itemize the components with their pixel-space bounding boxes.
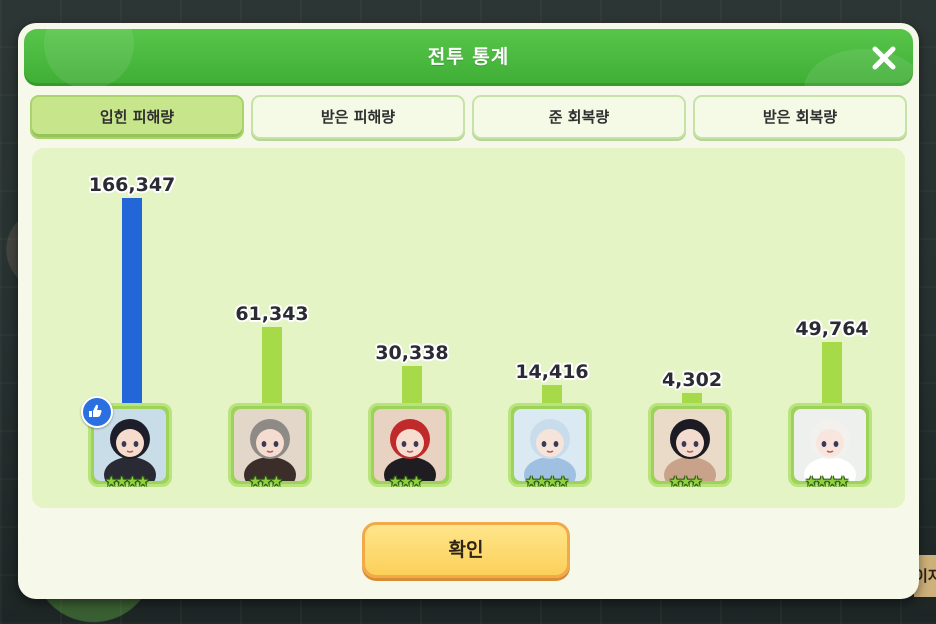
blue-haired-braided-character-icon	[514, 409, 586, 481]
tab-damage-taken[interactable]: 받은 피해량	[251, 95, 465, 139]
character-portrait	[654, 409, 726, 481]
character-column: 4,302 ★★★	[642, 148, 742, 508]
tab-healing-done[interactable]: 준 회복량	[472, 95, 686, 139]
damage-value-label: 4,302	[661, 369, 723, 391]
damage-value-label: 30,338	[375, 342, 449, 364]
star-rating: ★★★★	[105, 474, 149, 490]
black-haired-flower-character-icon	[654, 409, 726, 481]
white-haired-character-icon	[794, 409, 866, 481]
battle-stats-dialog: 전투 통계 입힌 피해량 받은 피해량 준 회복량 받은 회복량 166,347…	[18, 23, 919, 599]
mvp-badge-icon	[81, 396, 113, 428]
character-portrait	[794, 409, 866, 481]
damage-bar	[122, 198, 142, 403]
character-portrait-card[interactable]: ★★★	[648, 403, 732, 490]
star-rating: ★★★	[389, 474, 423, 490]
character-portrait-card[interactable]: ★★★★	[81, 396, 172, 490]
confirm-button[interactable]: 확인	[362, 522, 570, 578]
character-portrait-card[interactable]: ★★★★	[508, 403, 592, 490]
star-rating: ★★★★	[805, 474, 849, 490]
damage-bar	[262, 327, 282, 403]
close-button[interactable]	[865, 39, 903, 77]
stats-tabs: 입힌 피해량 받은 피해량 준 회복량 받은 회복량	[30, 95, 907, 139]
damage-value-label: 14,416	[515, 361, 589, 383]
tab-healing-received[interactable]: 받은 회복량	[693, 95, 907, 139]
red-haired-officer-character-icon	[374, 409, 446, 481]
character-column: 30,338 ★★★	[362, 148, 462, 508]
damage-value-label: 61,343	[235, 303, 309, 325]
star-rating: ★★★	[669, 474, 703, 490]
character-portrait-card[interactable]: ★★★	[368, 403, 452, 490]
grey-haired-character-icon	[234, 409, 306, 481]
character-column: 14,416 ★★★★	[502, 148, 602, 508]
character-column: 166,347 ★★★★	[81, 148, 182, 508]
character-column: 61,343 ★★★	[222, 148, 322, 508]
damage-value-label: 166,347	[88, 174, 176, 196]
damage-bar	[822, 342, 842, 403]
dialog-header: 전투 통계	[24, 29, 913, 86]
damage-bar	[402, 366, 422, 403]
character-portrait	[234, 409, 306, 481]
close-icon	[872, 46, 896, 70]
character-portrait-card[interactable]: ★★★	[228, 403, 312, 490]
character-portrait	[514, 409, 586, 481]
tab-damage-dealt[interactable]: 입힌 피해량	[30, 95, 244, 139]
stats-chart-panel: 166,347 ★★★★ 61,343 ★★★ 30,338 ★★★ 14,416 ★★★★ 4…	[32, 148, 905, 508]
character-portrait	[374, 409, 446, 481]
damage-bar	[682, 393, 702, 403]
star-rating: ★★★	[249, 474, 283, 490]
damage-value-label: 49,764	[795, 318, 869, 340]
star-rating: ★★★★	[525, 474, 569, 490]
character-portrait-card[interactable]: ★★★★	[788, 403, 872, 490]
dialog-title: 전투 통계	[427, 46, 510, 68]
damage-bar	[542, 385, 562, 403]
character-column: 49,764 ★★★★	[782, 148, 882, 508]
